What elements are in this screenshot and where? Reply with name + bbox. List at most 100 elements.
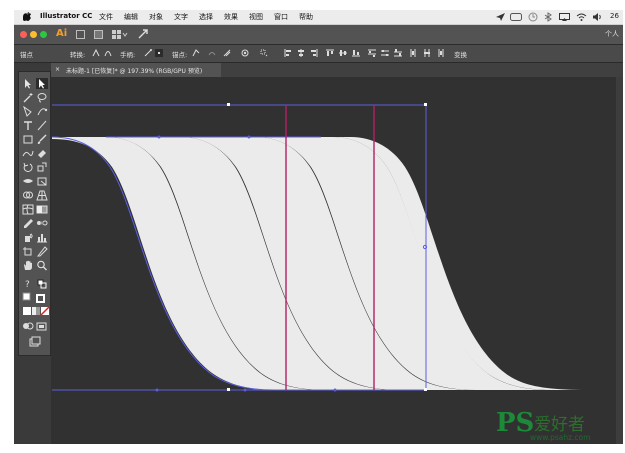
close-tab-icon[interactable]: × (55, 66, 60, 73)
align-bottom-icon[interactable] (352, 49, 360, 57)
distribute-middle-icon[interactable] (381, 49, 389, 57)
align-center-icon[interactable] (297, 49, 305, 57)
watermark-logo: PS 爱好者 www.psahz.com (496, 408, 618, 442)
hide-handles-icon[interactable] (155, 49, 163, 57)
app-name-menu[interactable]: Illustrator CC (40, 12, 92, 20)
default-fill-stroke-icon[interactable] (36, 278, 48, 289)
edit-toolbar-icon[interactable] (29, 336, 41, 347)
eyedropper-tool-icon[interactable] (22, 218, 34, 229)
menu-object[interactable]: 对象 (149, 12, 163, 22)
connect-anchors-icon[interactable] (208, 49, 216, 57)
artwork (51, 103, 588, 392)
hand-tool-icon[interactable] (22, 260, 34, 271)
document-tab-bar: × 未标题-1 [已恢复]* @ 197.39% (RGB/GPU 预览) (51, 63, 623, 77)
direct-selection-tool-icon[interactable] (36, 78, 48, 89)
vertical-scrollbar[interactable] (616, 77, 623, 444)
menu-file[interactable]: 文件 (99, 12, 113, 22)
help-question-icon[interactable]: ? (22, 278, 34, 289)
document-tab[interactable]: × 未标题-1 [已恢复]* @ 197.39% (RGB/GPU 预览) (51, 63, 221, 77)
curvature-tool-icon[interactable] (36, 106, 48, 117)
line-segment-tool-icon[interactable] (36, 120, 48, 131)
convert-to-smooth-icon[interactable] (104, 49, 112, 57)
distribute-bottom-icon[interactable] (394, 49, 402, 57)
scale-tool-icon[interactable] (36, 162, 48, 173)
tools-panel: ? (18, 71, 51, 356)
distribute-center-icon[interactable] (423, 49, 431, 57)
arrange-documents-icon[interactable] (112, 30, 128, 39)
location-icon[interactable] (496, 13, 505, 21)
menu-window[interactable]: 窗口 (274, 12, 288, 22)
mesh-tool-icon[interactable] (22, 204, 34, 215)
menu-select[interactable]: 选择 (199, 12, 213, 22)
distribute-top-icon[interactable] (368, 49, 376, 57)
keyboard-icon[interactable] (510, 13, 522, 21)
screen-mode-icon[interactable] (36, 321, 48, 332)
shaper-tool-icon[interactable] (22, 148, 34, 159)
align-top-icon[interactable] (326, 49, 334, 57)
artboard-canvas[interactable] (51, 77, 623, 444)
menu-help[interactable]: 帮助 (299, 12, 313, 22)
stroke-color-icon[interactable] (34, 292, 46, 303)
paintbrush-tool-icon[interactable] (36, 134, 48, 145)
magic-wand-tool-icon[interactable] (22, 92, 34, 103)
distribute-right-icon[interactable] (436, 49, 444, 57)
control-bar: 锚点 转换: 手柄: 锚点: 变换 (14, 45, 623, 63)
width-tool-icon[interactable] (22, 176, 34, 187)
wave-bands[interactable] (52, 137, 588, 390)
zoom-window-button[interactable] (40, 31, 47, 38)
watermark-brand: PS (496, 408, 535, 438)
workspace-switcher[interactable]: 个人 (605, 29, 619, 39)
column-graph-tool-icon[interactable] (36, 232, 48, 243)
close-window-button[interactable] (20, 31, 27, 38)
rectangle-tool-icon[interactable] (22, 134, 34, 145)
wifi-icon[interactable] (576, 13, 587, 21)
anchor-title: 锚点 (20, 51, 33, 59)
eraser-tool-icon[interactable] (36, 148, 48, 159)
show-handles-icon[interactable] (144, 49, 152, 57)
menu-effect[interactable]: 效果 (224, 12, 238, 22)
apple-icon[interactable] (23, 12, 31, 21)
watermark-url: www.psahz.com (530, 433, 591, 442)
fill-color-icon[interactable] (22, 292, 34, 303)
clock-icon[interactable] (528, 12, 538, 22)
zoom-tool-icon[interactable] (36, 260, 48, 271)
perspective-grid-tool-icon[interactable] (36, 190, 48, 201)
distribute-left-icon[interactable] (410, 49, 418, 57)
align-right-icon[interactable] (310, 49, 318, 57)
menu-type[interactable]: 文字 (174, 12, 188, 22)
align-left-icon[interactable] (284, 49, 292, 57)
gradient-tool-icon[interactable] (36, 204, 48, 215)
bluetooth-icon[interactable] (544, 12, 552, 22)
selection-tool-icon[interactable] (22, 78, 34, 89)
stock-icon[interactable] (94, 30, 103, 39)
volume-icon[interactable] (593, 13, 602, 21)
lasso-tool-icon[interactable] (36, 92, 48, 103)
airplay-icon[interactable] (559, 13, 570, 21)
convert-to-corner-icon[interactable] (92, 49, 100, 57)
artboard-tool-icon[interactable] (22, 246, 34, 257)
slice-tool-icon[interactable] (36, 246, 48, 257)
remove-anchor-icon[interactable] (192, 49, 200, 57)
ai-logo: Ai (56, 28, 68, 39)
bridge-icon[interactable] (76, 30, 85, 39)
isolate-object-icon[interactable] (241, 49, 249, 57)
minimize-window-button[interactable] (30, 31, 37, 38)
anchor-label: 锚点: (172, 51, 188, 59)
select-similar-icon[interactable] (260, 49, 268, 57)
type-tool-icon[interactable] (22, 120, 34, 131)
document-tab-title: 未标题-1 [已恢复]* @ 197.39% (RGB/GPU 预览) (66, 68, 203, 75)
draw-mode-icon[interactable] (22, 321, 34, 332)
menu-view[interactable]: 视图 (249, 12, 263, 22)
transform-link[interactable]: 变换 (454, 49, 467, 59)
align-middle-icon[interactable] (339, 49, 347, 57)
rotate-tool-icon[interactable] (22, 162, 34, 173)
blend-tool-icon[interactable] (36, 218, 48, 229)
symbol-sprayer-tool-icon[interactable] (22, 232, 34, 243)
shape-builder-tool-icon[interactable] (22, 190, 34, 201)
svg-text:?: ? (25, 280, 30, 289)
menu-edit[interactable]: 编辑 (124, 12, 138, 22)
cut-path-icon[interactable] (223, 49, 231, 57)
pen-tool-icon[interactable] (22, 106, 34, 117)
gpu-performance-icon[interactable] (138, 29, 148, 39)
free-transform-tool-icon[interactable] (36, 176, 48, 187)
